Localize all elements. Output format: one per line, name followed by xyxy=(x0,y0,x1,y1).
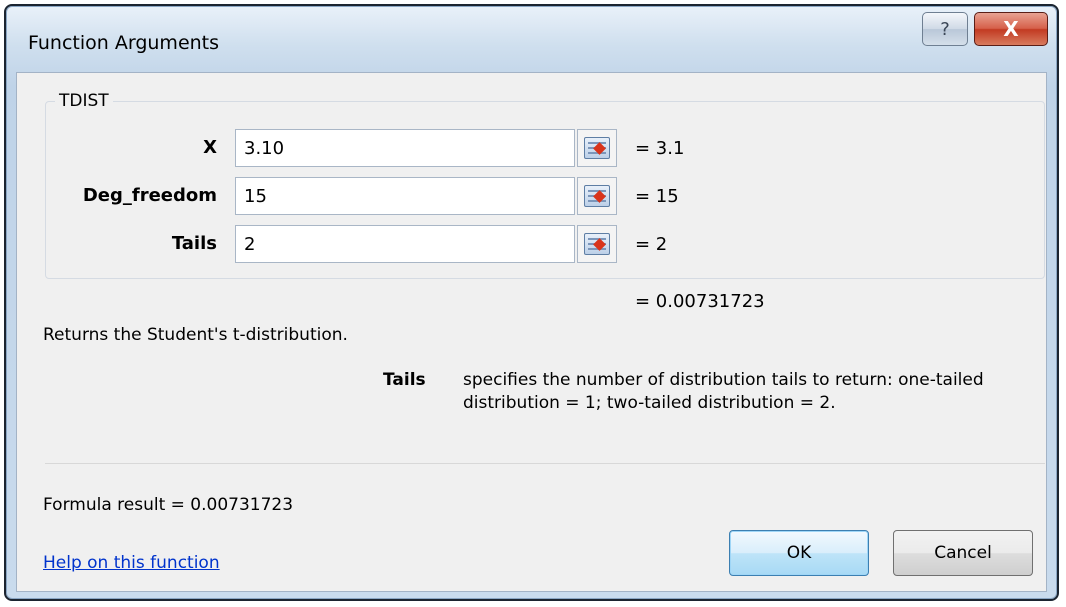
arg-result-tails: = 2 xyxy=(635,234,668,255)
close-icon: X xyxy=(1003,17,1019,41)
range-select-icon xyxy=(584,185,610,207)
arg-result-deg-freedom: = 15 xyxy=(635,186,679,207)
arg-help-line-2: distribution = 1; two-tailed distributio… xyxy=(463,393,836,413)
arg-label-deg-freedom: Deg_freedom xyxy=(82,185,217,206)
range-select-icon xyxy=(584,137,610,159)
function-description: Returns the Student's t-distribution. xyxy=(43,325,348,345)
dialog-title: Function Arguments xyxy=(28,32,220,54)
cancel-button[interactable]: Cancel xyxy=(893,530,1033,576)
function-arguments-dialog: Function Arguments ? X TDIST X = 3.1 Deg… xyxy=(4,4,1059,601)
help-on-function-link[interactable]: Help on this function xyxy=(43,553,220,573)
collapse-dialog-button-tails[interactable] xyxy=(577,225,617,263)
function-result: = 0.00731723 xyxy=(635,291,765,312)
divider xyxy=(45,463,1045,464)
ok-button[interactable]: OK xyxy=(729,530,869,576)
arg-input-deg-freedom[interactable] xyxy=(235,177,575,215)
arg-help-name: Tails xyxy=(383,370,426,390)
help-button[interactable]: ? xyxy=(922,12,968,46)
arg-label-x: X xyxy=(203,137,217,158)
dialog-body: TDIST X = 3.1 Deg_freedom = 15 Tails = 2… xyxy=(16,72,1047,592)
formula-result: Formula result = 0.00731723 xyxy=(43,495,294,515)
arg-result-x: = 3.1 xyxy=(635,138,685,159)
collapse-dialog-button-x[interactable] xyxy=(577,129,617,167)
arg-label-tails: Tails xyxy=(171,233,217,254)
title-bar[interactable]: Function Arguments ? X xyxy=(6,6,1057,74)
close-button[interactable]: X xyxy=(974,12,1048,46)
help-icon: ? xyxy=(940,18,950,40)
collapse-dialog-button-deg-freedom[interactable] xyxy=(577,177,617,215)
arg-help-line-1: specifies the number of distribution tai… xyxy=(463,370,984,390)
arg-input-x[interactable] xyxy=(235,129,575,167)
range-select-icon xyxy=(584,233,610,255)
arg-input-tails[interactable] xyxy=(235,225,575,263)
function-name: TDIST xyxy=(55,91,113,111)
